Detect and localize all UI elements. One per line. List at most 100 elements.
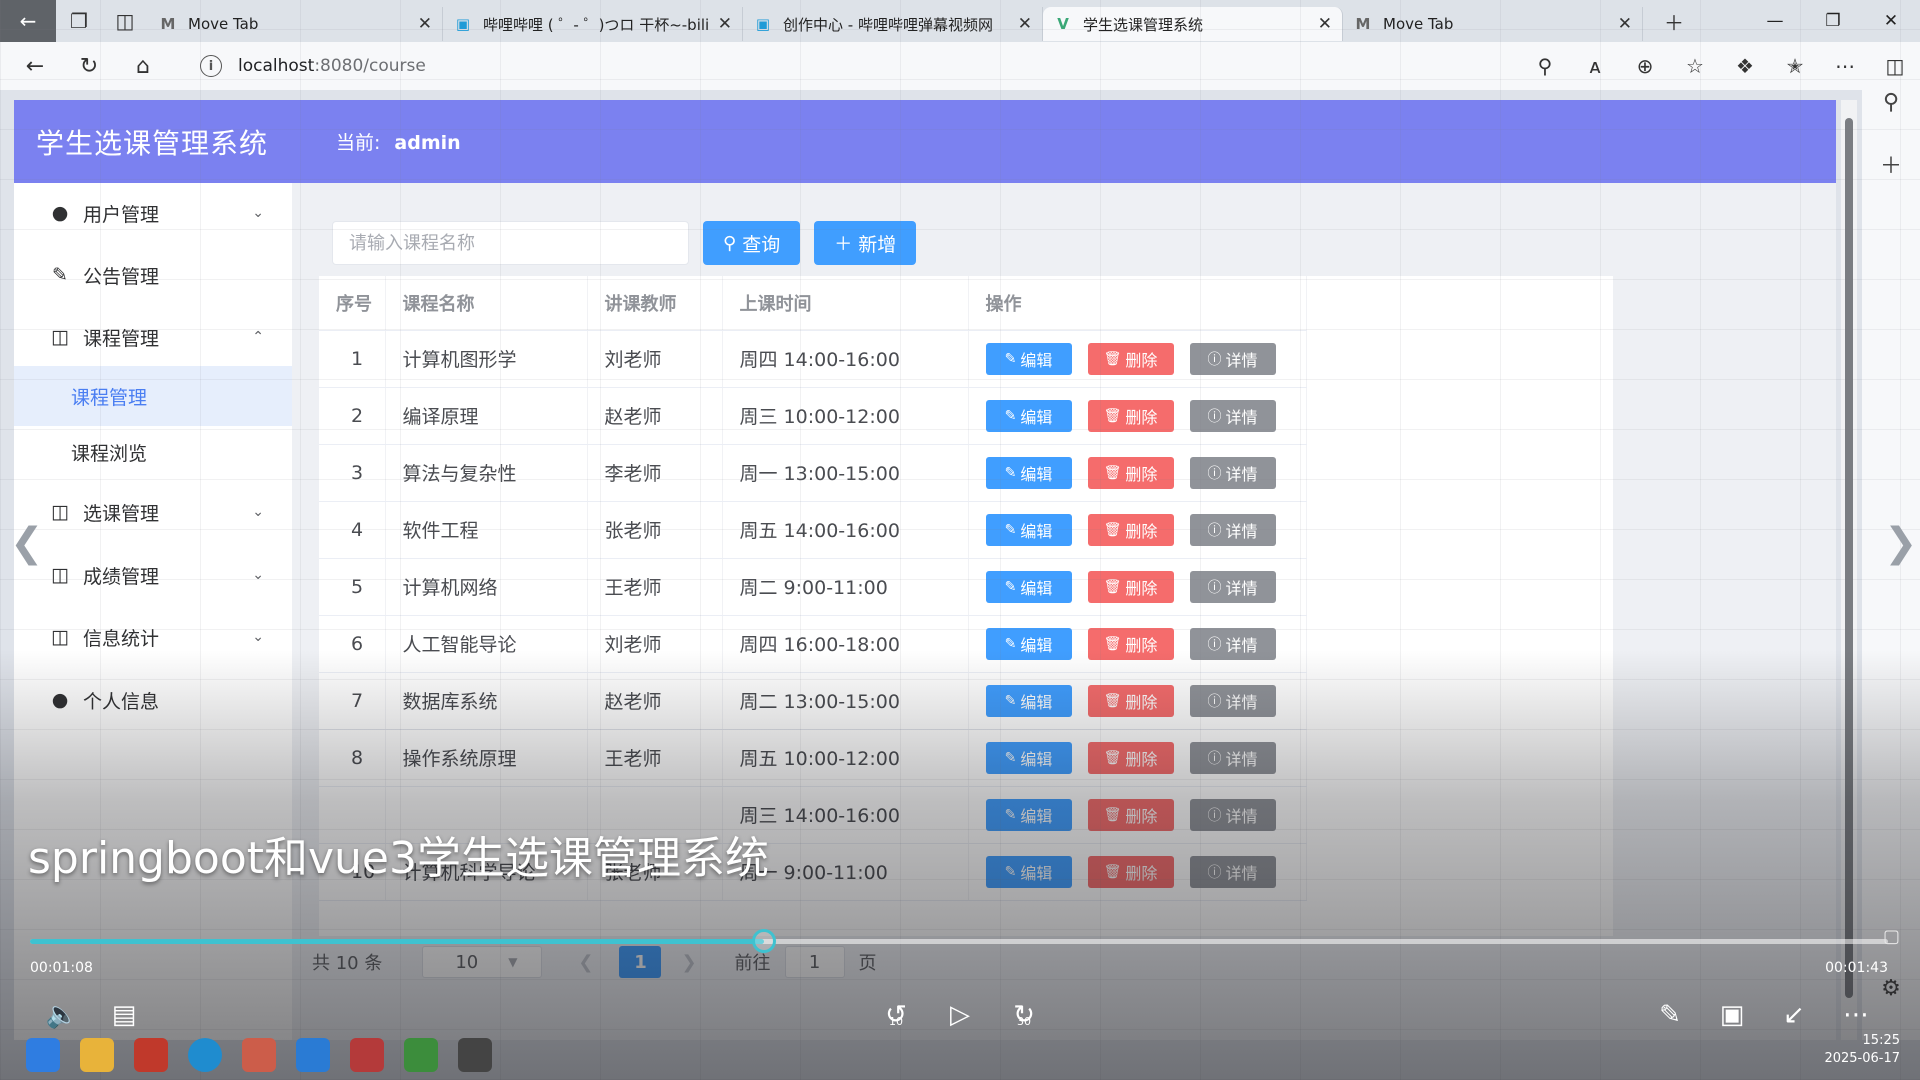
submenu-item-course-management[interactable]: 课程管理 bbox=[14, 366, 292, 426]
more-options-icon[interactable]: ⋯ bbox=[1836, 995, 1876, 1035]
edit-button[interactable]: ✎ 编辑 bbox=[985, 627, 1072, 660]
detail-button[interactable]: ⓘ 详情 bbox=[1189, 399, 1276, 432]
refresh-icon[interactable]: ↻ bbox=[62, 42, 116, 90]
app-icon[interactable] bbox=[404, 1038, 438, 1072]
back-icon[interactable]: ← bbox=[8, 42, 62, 90]
delete-button[interactable]: 🗑 删除 bbox=[1087, 855, 1174, 888]
exit-fullscreen-icon[interactable]: ↙ bbox=[1774, 995, 1814, 1035]
delete-button[interactable]: 🗑 删除 bbox=[1087, 741, 1174, 774]
new-tab-icon[interactable]: ＋ bbox=[1651, 0, 1697, 42]
app-icon[interactable] bbox=[242, 1038, 276, 1072]
url-field[interactable]: i localhost:8080/course bbox=[180, 48, 1700, 84]
add-icon[interactable]: ＋ bbox=[1862, 148, 1920, 180]
zoom-icon[interactable]: ⊕ bbox=[1620, 42, 1670, 90]
delete-button[interactable]: 🗑 删除 bbox=[1087, 342, 1174, 375]
edit-button[interactable]: ✎ 编辑 bbox=[985, 855, 1072, 888]
restore-icon[interactable]: ❐ bbox=[1804, 0, 1862, 42]
next-page-icon[interactable]: ❯ bbox=[681, 952, 696, 973]
sidebar-item-grade-management[interactable]: ◫ 成绩管理 ⌄ bbox=[14, 545, 292, 605]
sidebar-item-notice-management[interactable]: ✎ 公告管理 bbox=[14, 245, 292, 305]
close-tab-icon[interactable]: ✕ bbox=[1318, 14, 1332, 34]
video-progress-bar[interactable] bbox=[30, 929, 1888, 953]
page-size-select[interactable]: 10 ▼ bbox=[422, 946, 543, 978]
query-button[interactable]: ⚲ 查询 bbox=[703, 221, 801, 265]
edit-button[interactable]: ✎ 编辑 bbox=[985, 741, 1072, 774]
close-tab-icon[interactable]: ✕ bbox=[1018, 14, 1032, 34]
volume-icon[interactable]: 🔈 bbox=[42, 995, 82, 1035]
app-icon[interactable] bbox=[350, 1038, 384, 1072]
edit-button[interactable]: ✎ 编辑 bbox=[985, 513, 1072, 546]
minimize-icon[interactable]: — bbox=[1746, 0, 1804, 42]
video-progress-knob[interactable] bbox=[751, 929, 776, 953]
file-explorer-icon[interactable] bbox=[80, 1038, 114, 1072]
chevron-right-icon[interactable]: ❯ bbox=[1884, 520, 1918, 566]
sidebar-item-user-management[interactable]: ● 用户管理 ⌄ bbox=[14, 183, 292, 243]
detail-button[interactable]: ⓘ 详情 bbox=[1189, 855, 1276, 888]
browser-tab[interactable]: ▣ 哔哩哔哩 ( ゜- ゜)つロ 干杯~-bilibili ✕ bbox=[443, 7, 743, 41]
detail-button[interactable]: ⓘ 详情 bbox=[1189, 798, 1276, 831]
browser-tab[interactable]: V 学生选课管理系统 ✕ bbox=[1043, 7, 1343, 41]
browser-tab[interactable]: ▣ 创作中心 - 哔哩哔哩弹幕视频网 ✕ bbox=[743, 7, 1043, 41]
wps-icon[interactable] bbox=[134, 1038, 168, 1072]
forward-30-icon[interactable]: ↻ 30 bbox=[1004, 995, 1044, 1035]
page-number-current[interactable]: 1 bbox=[619, 946, 662, 978]
sidebar-item-course-management[interactable]: ◫ 课程管理 ⌃ bbox=[14, 307, 292, 367]
home-icon[interactable]: ⌂ bbox=[116, 42, 170, 90]
sidebar-item-selection-management[interactable]: ◫ 选课管理 ⌄ bbox=[14, 482, 292, 542]
edit-button[interactable]: ✎ 编辑 bbox=[985, 342, 1072, 375]
scrollbar-thumb[interactable] bbox=[1845, 118, 1853, 998]
detail-button[interactable]: ⓘ 详情 bbox=[1189, 456, 1276, 489]
close-tab-icon[interactable]: ✕ bbox=[718, 14, 732, 34]
key-icon[interactable]: ⚲ bbox=[1520, 42, 1570, 90]
play-icon[interactable]: ▷ bbox=[940, 995, 980, 1035]
favorite-star-icon[interactable]: ☆ bbox=[1670, 42, 1720, 90]
course-name-search-input[interactable] bbox=[332, 221, 689, 265]
start-icon[interactable] bbox=[26, 1038, 60, 1072]
site-info-icon[interactable]: i bbox=[200, 55, 222, 77]
edit-button[interactable]: ✎ 编辑 bbox=[985, 798, 1072, 831]
edit-button[interactable]: ✎ 编辑 bbox=[985, 399, 1072, 432]
sidebar-item-statistics[interactable]: ◫ 信息统计 ⌄ bbox=[14, 607, 292, 667]
read-aloud-icon[interactable]: ᴀ bbox=[1570, 42, 1620, 90]
rewind-10-icon[interactable]: ↺ 10 bbox=[876, 995, 916, 1035]
delete-button[interactable]: 🗑 删除 bbox=[1087, 399, 1174, 432]
picture-in-picture-icon[interactable]: ▣ bbox=[1712, 995, 1752, 1035]
pen-icon[interactable]: ✎ bbox=[1650, 995, 1690, 1035]
edit-button[interactable]: ✎ 编辑 bbox=[985, 684, 1072, 717]
edge-icon[interactable] bbox=[188, 1038, 222, 1072]
danmaku-icon[interactable]: ▤ bbox=[104, 995, 144, 1035]
favorites-icon[interactable]: ✭ bbox=[1770, 42, 1820, 90]
close-tab-icon[interactable]: ✕ bbox=[418, 14, 432, 34]
detail-button[interactable]: ⓘ 详情 bbox=[1189, 741, 1276, 774]
tab-actions-icon[interactable]: ◫ bbox=[102, 0, 148, 42]
detail-button[interactable]: ⓘ 详情 bbox=[1189, 627, 1276, 660]
detail-button[interactable]: ⓘ 详情 bbox=[1189, 342, 1276, 375]
close-window-icon[interactable]: ✕ bbox=[1862, 0, 1920, 42]
more-icon[interactable]: ⋯ bbox=[1820, 42, 1870, 90]
search-icon[interactable]: ⚲ bbox=[1862, 90, 1920, 115]
detail-button[interactable]: ⓘ 详情 bbox=[1189, 513, 1276, 546]
sidebar-toggle-icon[interactable]: ◫ bbox=[1870, 42, 1920, 90]
chevron-left-icon[interactable]: ❮ bbox=[10, 520, 44, 566]
page-scrollbar[interactable] bbox=[1841, 100, 1857, 1040]
delete-button[interactable]: 🗑 删除 bbox=[1087, 570, 1174, 603]
app-icon[interactable] bbox=[458, 1038, 492, 1072]
crop-icon[interactable]: ▢ bbox=[1883, 926, 1900, 947]
sidebar-item-profile[interactable]: ● 个人信息 bbox=[14, 670, 292, 730]
submenu-item-course-browse[interactable]: 课程浏览 bbox=[14, 422, 292, 482]
edit-button[interactable]: ✎ 编辑 bbox=[985, 456, 1072, 489]
detail-button[interactable]: ⓘ 详情 bbox=[1189, 570, 1276, 603]
tab-back-icon[interactable]: ← bbox=[0, 0, 56, 42]
prev-page-icon[interactable]: ❮ bbox=[578, 952, 593, 973]
close-tab-icon[interactable]: ✕ bbox=[1618, 14, 1632, 34]
delete-button[interactable]: 🗑 删除 bbox=[1087, 627, 1174, 660]
delete-button[interactable]: 🗑 删除 bbox=[1087, 684, 1174, 717]
delete-button[interactable]: 🗑 删除 bbox=[1087, 456, 1174, 489]
browser-tab[interactable]: M Move Tab ✕ bbox=[1343, 7, 1643, 41]
extensions-icon[interactable]: ❖ bbox=[1720, 42, 1770, 90]
add-button[interactable]: ＋新增 bbox=[814, 221, 917, 265]
system-tray-clock[interactable]: 15:25 2025-06-17 bbox=[1824, 1032, 1900, 1068]
delete-button[interactable]: 🗑 删除 bbox=[1087, 798, 1174, 831]
delete-button[interactable]: 🗑 删除 bbox=[1087, 513, 1174, 546]
detail-button[interactable]: ⓘ 详情 bbox=[1189, 684, 1276, 717]
